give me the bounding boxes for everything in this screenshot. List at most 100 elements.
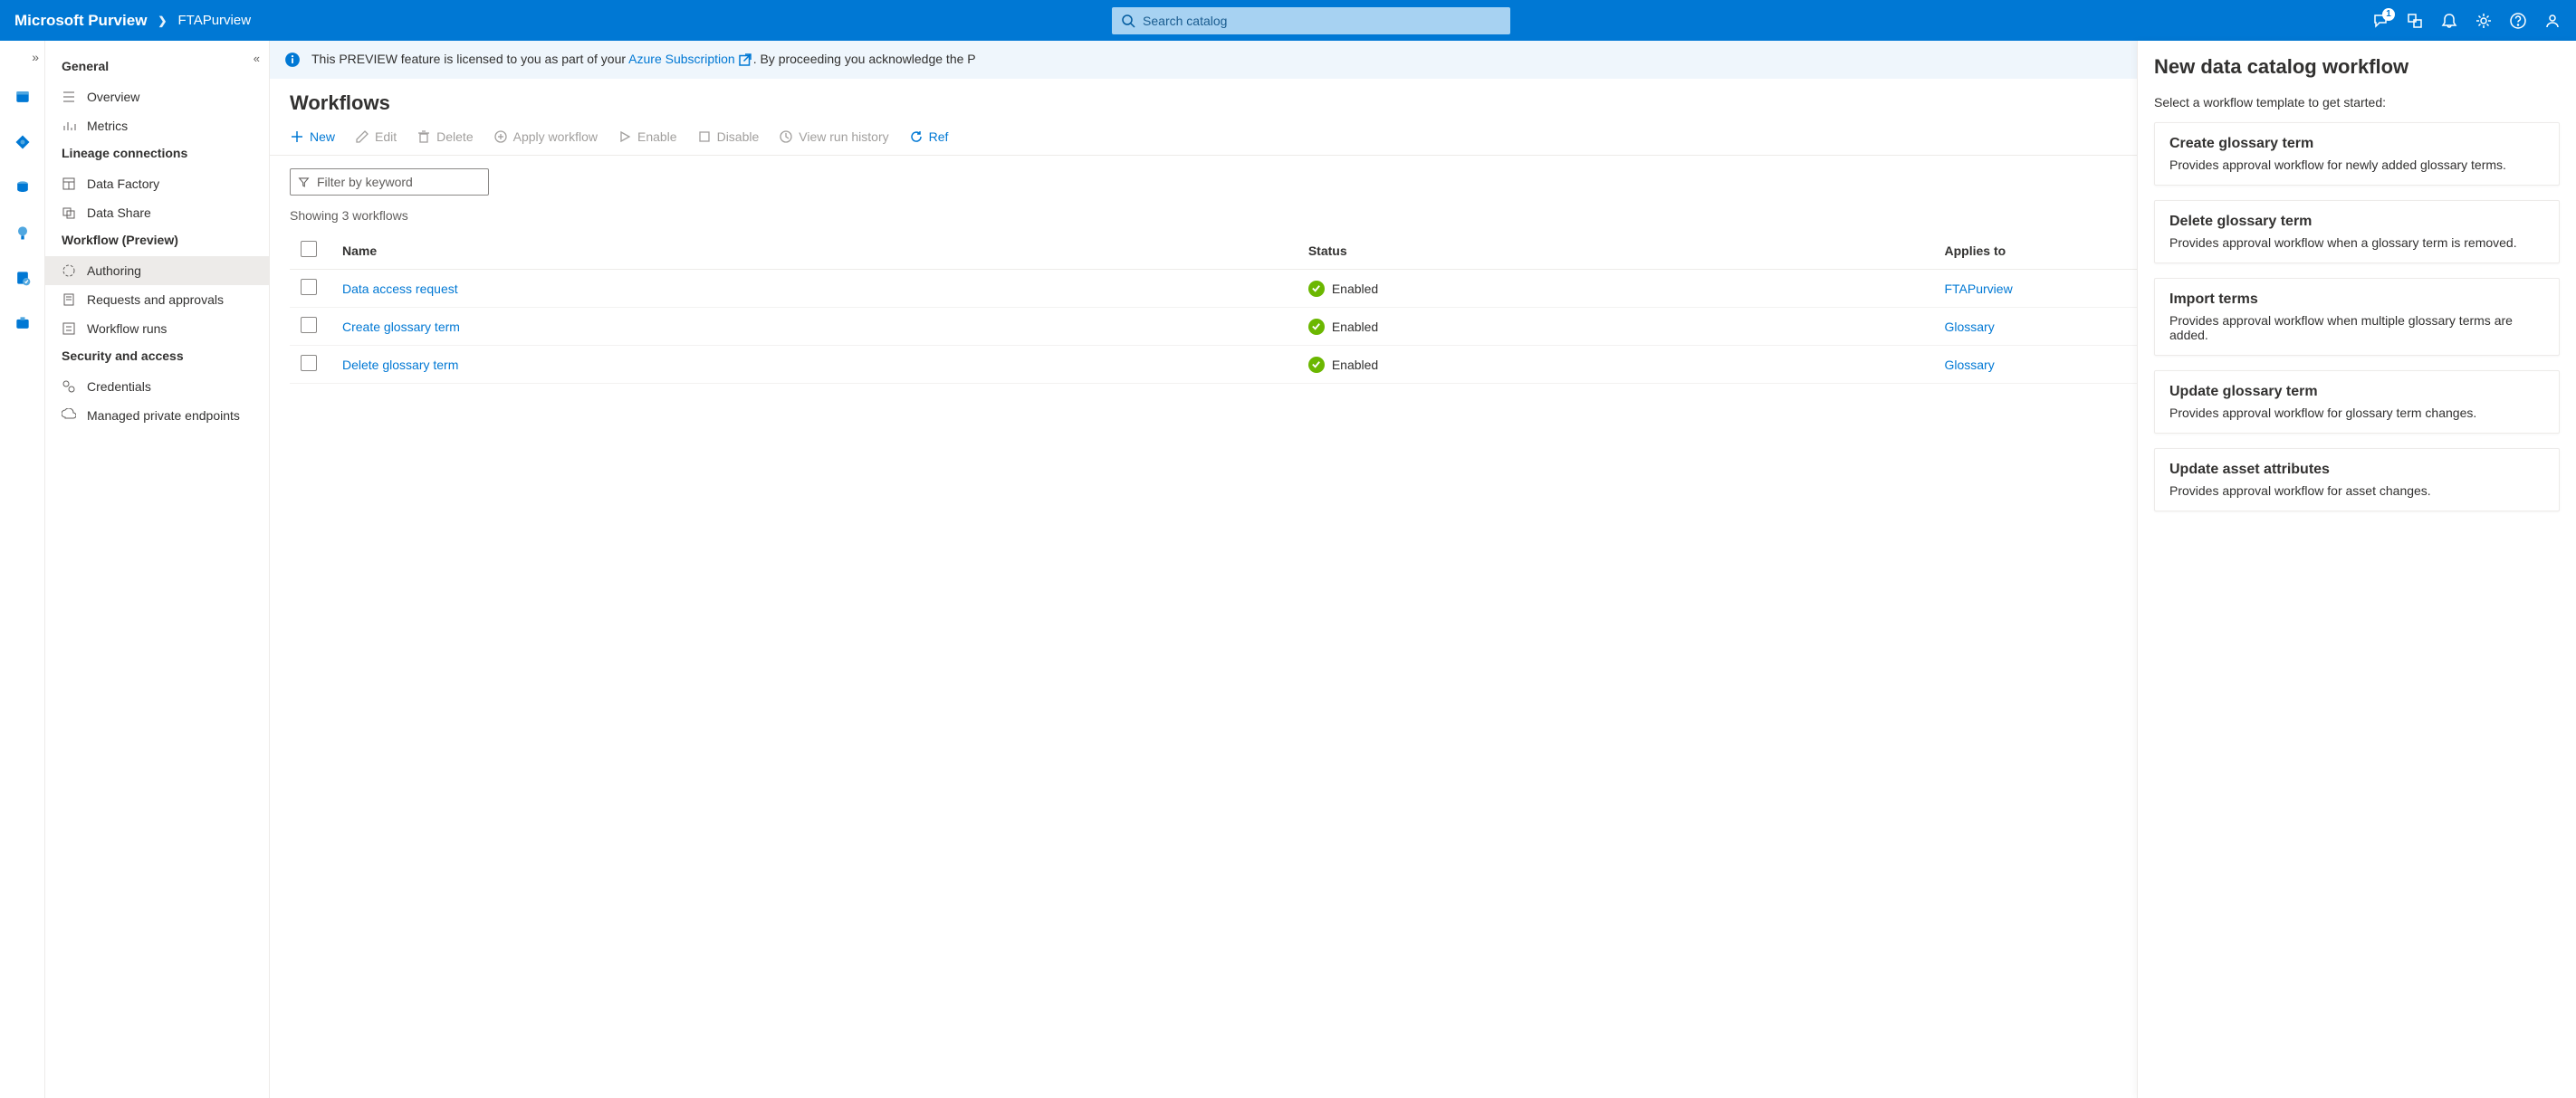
rail-policy-icon[interactable] bbox=[10, 265, 35, 291]
template-desc: Provides approval workflow when multiple… bbox=[2169, 313, 2544, 342]
filter-keyword-box[interactable] bbox=[290, 168, 489, 196]
panel-title: New data catalog workflow bbox=[2154, 55, 2560, 79]
profile-icon[interactable] bbox=[2543, 12, 2562, 30]
template-card-delete-glossary[interactable]: Delete glossary term Provides approval w… bbox=[2154, 200, 2560, 263]
nav-label: Authoring bbox=[87, 263, 141, 278]
check-circle-icon bbox=[1308, 281, 1325, 297]
new-button[interactable]: New bbox=[290, 129, 335, 144]
template-desc: Provides approval workflow for asset cha… bbox=[2169, 483, 2544, 498]
nav-item-workflow-runs[interactable]: Workflow runs bbox=[45, 314, 269, 343]
nav-item-overview[interactable]: Overview bbox=[45, 82, 269, 111]
search-icon bbox=[1121, 14, 1135, 28]
template-title: Update glossary term bbox=[2169, 384, 2544, 400]
filter-input[interactable] bbox=[317, 175, 481, 189]
nav-item-requests-approvals[interactable]: Requests and approvals bbox=[45, 285, 269, 314]
template-title: Import terms bbox=[2169, 291, 2544, 308]
check-circle-icon bbox=[1308, 357, 1325, 373]
row-checkbox[interactable] bbox=[301, 279, 317, 295]
disable-button[interactable]: Disable bbox=[697, 129, 760, 144]
info-icon bbox=[284, 52, 301, 68]
rail-data-catalog-icon[interactable] bbox=[10, 84, 35, 110]
check-circle-icon bbox=[1308, 319, 1325, 335]
filter-icon bbox=[298, 176, 310, 188]
nav-label: Data Share bbox=[87, 205, 151, 220]
applies-to-link[interactable]: Glossary bbox=[1944, 358, 1994, 372]
bell-icon[interactable] bbox=[2440, 12, 2458, 30]
template-title: Update asset attributes bbox=[2169, 462, 2544, 478]
select-all-checkbox[interactable] bbox=[301, 241, 317, 257]
nav-item-credentials[interactable]: Credentials bbox=[45, 372, 269, 401]
template-card-update-glossary[interactable]: Update glossary term Provides approval w… bbox=[2154, 370, 2560, 434]
template-desc: Provides approval workflow for newly add… bbox=[2169, 158, 2544, 172]
nav-label: Data Factory bbox=[87, 177, 159, 191]
app-body: » « General Overview Metrics bbox=[0, 41, 2576, 1098]
nav-group-security: Security and access bbox=[45, 343, 269, 372]
help-icon[interactable] bbox=[2509, 12, 2527, 30]
search-catalog-box[interactable] bbox=[1112, 7, 1510, 34]
delete-button[interactable]: Delete bbox=[417, 129, 473, 144]
nav-item-authoring[interactable]: Authoring bbox=[45, 256, 269, 285]
rail-data-map-icon[interactable] bbox=[10, 129, 35, 155]
row-checkbox[interactable] bbox=[301, 355, 317, 371]
new-workflow-panel: New data catalog workflow Select a workf… bbox=[2137, 41, 2576, 1098]
notification-badge: 1 bbox=[2382, 8, 2395, 21]
nav-label: Workflow runs bbox=[87, 321, 167, 336]
main-content: This PREVIEW feature is licensed to you … bbox=[270, 41, 2576, 1098]
chevron-right-icon: ❯ bbox=[158, 14, 167, 27]
view-run-history-button[interactable]: View run history bbox=[779, 129, 888, 144]
gear-icon[interactable] bbox=[2475, 12, 2493, 30]
icon-rail: » bbox=[0, 41, 45, 1098]
nav-label: Requests and approvals bbox=[87, 292, 224, 307]
account-name[interactable]: FTAPurview bbox=[177, 13, 251, 28]
nav-item-metrics[interactable]: Metrics bbox=[45, 111, 269, 140]
banner-text: This PREVIEW feature is licensed to you … bbox=[311, 52, 976, 68]
top-center bbox=[251, 7, 2371, 34]
status-cell: Enabled bbox=[1308, 319, 1923, 335]
expand-rail-icon[interactable]: » bbox=[32, 50, 39, 64]
workflow-name-link[interactable]: Delete glossary term bbox=[342, 358, 458, 372]
template-card-import-terms[interactable]: Import terms Provides approval workflow … bbox=[2154, 278, 2560, 356]
external-link-icon bbox=[737, 52, 753, 68]
edit-button[interactable]: Edit bbox=[355, 129, 397, 144]
nav-label: Overview bbox=[87, 90, 139, 104]
applies-to-link[interactable]: Glossary bbox=[1944, 320, 1994, 334]
template-title: Create glossary term bbox=[2169, 136, 2544, 152]
azure-subscription-link[interactable]: Azure Subscription bbox=[628, 52, 753, 66]
template-desc: Provides approval workflow for glossary … bbox=[2169, 406, 2544, 420]
template-card-update-asset[interactable]: Update asset attributes Provides approva… bbox=[2154, 448, 2560, 511]
search-input[interactable] bbox=[1143, 14, 1501, 28]
brand-breadcrumb: Microsoft Purview ❯ FTAPurview bbox=[14, 12, 251, 30]
nav-label: Metrics bbox=[87, 119, 128, 133]
side-nav: « General Overview Metrics Lineage conne… bbox=[45, 41, 270, 1098]
top-icon-tray: 1 bbox=[2371, 12, 2562, 30]
feedback-icon[interactable]: 1 bbox=[2371, 12, 2389, 30]
col-name[interactable]: Name bbox=[331, 232, 1298, 270]
nav-label: Managed private endpoints bbox=[87, 408, 240, 423]
nav-group-general: General bbox=[45, 53, 269, 82]
enable-button[interactable]: Enable bbox=[618, 129, 677, 144]
refresh-button[interactable]: Ref bbox=[909, 129, 949, 144]
rail-data-estate-icon[interactable] bbox=[10, 175, 35, 200]
rail-management-icon[interactable] bbox=[10, 310, 35, 336]
nav-item-data-share[interactable]: Data Share bbox=[45, 198, 269, 227]
nav-group-lineage: Lineage connections bbox=[45, 140, 269, 169]
applies-to-link[interactable]: FTAPurview bbox=[1944, 282, 2012, 296]
panel-hint: Select a workflow template to get starte… bbox=[2154, 95, 2560, 110]
workflow-name-link[interactable]: Create glossary term bbox=[342, 320, 460, 334]
nav-item-data-factory[interactable]: Data Factory bbox=[45, 169, 269, 198]
template-desc: Provides approval workflow when a glossa… bbox=[2169, 235, 2544, 250]
apply-workflow-button[interactable]: Apply workflow bbox=[493, 129, 598, 144]
col-status[interactable]: Status bbox=[1298, 232, 1934, 270]
nav-label: Credentials bbox=[87, 379, 151, 394]
workflow-name-link[interactable]: Data access request bbox=[342, 282, 458, 296]
nav-group-workflow: Workflow (Preview) bbox=[45, 227, 269, 256]
row-checkbox[interactable] bbox=[301, 317, 317, 333]
template-title: Delete glossary term bbox=[2169, 214, 2544, 230]
nav-item-managed-endpoints[interactable]: Managed private endpoints bbox=[45, 401, 269, 430]
rail-insights-icon[interactable] bbox=[10, 220, 35, 245]
brand-name[interactable]: Microsoft Purview bbox=[14, 12, 147, 30]
language-icon[interactable] bbox=[2406, 12, 2424, 30]
collapse-sidenav-icon[interactable]: « bbox=[254, 52, 260, 65]
template-card-create-glossary[interactable]: Create glossary term Provides approval w… bbox=[2154, 122, 2560, 186]
status-cell: Enabled bbox=[1308, 357, 1923, 373]
